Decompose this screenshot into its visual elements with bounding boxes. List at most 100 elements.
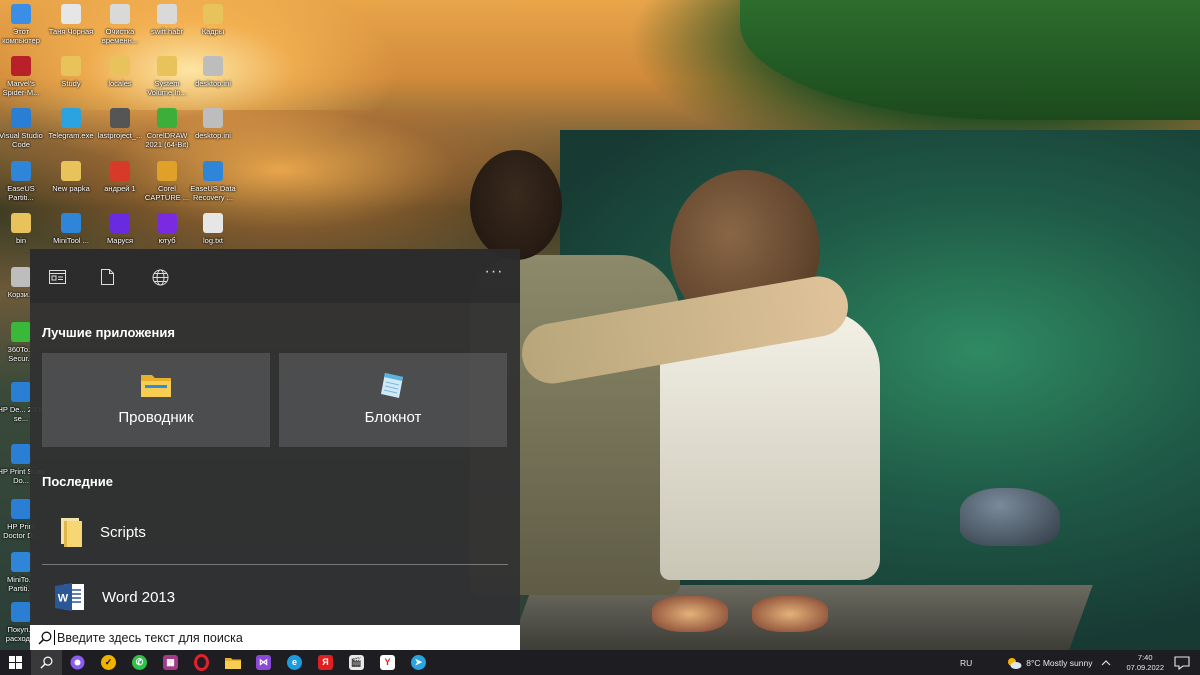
desktop-icon[interactable]: Этот компьютер [0,0,45,45]
folder-icon [61,518,82,547]
desktop-icon-label: log.txt [202,236,223,245]
shopping-icon [11,602,31,622]
desktop-icon-label: Marvel's Spider-M... [2,79,40,97]
partly-sunny-icon [1008,657,1022,669]
desktop-icon[interactable]: Marvel's Spider-M... [0,52,45,97]
corel-capture-icon [157,161,177,181]
file-explorer-button[interactable] [217,650,248,675]
search-panel-header: ··· [30,249,520,303]
top-app-label: Проводник [118,409,194,426]
alice-button[interactable] [62,650,93,675]
desktop-icon[interactable]: Кадры [189,0,237,36]
web-filter-icon[interactable] [148,265,172,289]
desktop-icon-label: EaseUS Data Recovery ... [190,184,236,202]
clock-date: 07.09.2022 [1126,662,1164,672]
edge-button[interactable]: e [279,650,310,675]
easeus-recovery-icon [203,161,223,181]
chevron-up-icon[interactable] [1100,657,1112,669]
easeus-icon [11,161,31,181]
norton-button[interactable]: ✓ [93,650,124,675]
file-explorer-icon [224,656,241,670]
desktop-icon[interactable]: Study [47,52,95,88]
telegram-button[interactable]: ➤ [403,650,434,675]
desktop-icon-label: lastproject_... [97,131,143,140]
windows-logo-icon [9,656,22,669]
opera-button[interactable] [186,650,217,675]
start-button[interactable] [0,650,31,675]
desktop-icon[interactable]: MiniTool ... [47,209,95,245]
vscode-icon [11,108,31,128]
visual-studio-icon: ⋈ [256,655,271,670]
desktop-icon[interactable]: bin [0,209,45,245]
alice-icon [70,655,85,670]
desktop-icon-label: Study [61,79,81,88]
yandex-browser-button[interactable]: Y [372,650,403,675]
desktop-icon[interactable]: lastproject_... [96,104,144,140]
desktop-icon[interactable]: ютуб [143,209,191,245]
notification-icon[interactable] [1174,655,1190,670]
top-apps-title: Лучшие приложения [42,325,175,340]
desktop-icon[interactable]: Маруся [96,209,144,245]
taskbar: ✓ ✆ ▦ ⋈ e Я 🎬 Y ➤ RU 8°C Mostly sunny 7:40 07.09… [0,650,1200,675]
top-app-tile-explorer[interactable]: Проводник [42,353,270,447]
desktop-icon[interactable]: desktop.ini [189,104,237,140]
vs-button[interactable]: ⋈ [248,650,279,675]
desktop-icon[interactable]: Таня Чорная [47,0,95,36]
desktop-icon[interactable]: андрей 1 [96,157,144,193]
taskbar-clock[interactable]: 7:40 07.09.2022 [1126,653,1164,673]
video-editor-button[interactable]: 🎬 [341,650,372,675]
hp-icon [11,382,31,402]
file-explorer-icon [141,375,171,397]
top-app-label: Блокнот [364,409,422,426]
ini-file-icon [203,56,223,76]
desktop-icon-label: Telegram.exe [48,131,94,140]
desktop-icon[interactable]: EaseUS Data Recovery ... [189,157,237,202]
yandex-button[interactable]: Я [310,650,341,675]
desktop-icon-label: Маруся [106,236,134,245]
minitool-icon [61,213,81,233]
desktop-icon[interactable]: Visual Studio Code [0,104,45,149]
desktop-icon-label: Этот компьютер [2,27,40,45]
desktop-icon[interactable]: Очистка временн... [96,0,144,45]
desktop-icon-label: swift.habr [150,27,184,36]
desktop-icon-label: Очистка временн... [101,27,139,45]
desktop-icon[interactable]: New papka [47,157,95,193]
desktop-icon-label: Corel CAPTURE ... [144,184,190,202]
ini-file-icon [203,108,223,128]
desktop-icon[interactable]: Corel CAPTURE ... [143,157,191,202]
folder-icon [61,56,81,76]
language-indicator[interactable]: RU [960,658,972,668]
desktop-icon-label: bin [15,236,26,245]
whatsapp-button[interactable]: ✆ [124,650,155,675]
desktop-icon[interactable]: System Volume In... [143,52,191,97]
folder-icon [110,56,130,76]
recent-item-word[interactable]: W Word 2013 [30,567,520,627]
search-taskbar-button[interactable] [31,650,62,675]
desktop-icon[interactable]: Telegram.exe [47,104,95,140]
desktop-icon-label: Visual Studio Code [0,131,43,149]
computer-icon [11,4,31,24]
taskbar-search-box[interactable] [30,625,520,650]
search-icon [40,656,53,669]
apps-filter-icon[interactable] [45,265,69,289]
folder-icon [157,56,177,76]
desktop-icon[interactable]: locales [96,52,144,88]
recent-item-scripts[interactable]: Scripts [30,502,520,562]
desktop-icon[interactable]: CorelDRAW 2021 (64-Bit) [143,104,191,149]
more-options-button[interactable]: ··· [482,263,506,287]
winrar-button[interactable]: ▦ [155,650,186,675]
desktop-icon-label: EaseUS Partiti... [7,184,35,202]
edge-icon: e [287,655,302,670]
taskbar-buttons: ✓ ✆ ▦ ⋈ e Я 🎬 Y ➤ [0,650,434,675]
text-caret [54,630,55,645]
desktop-icon[interactable]: log.txt [189,209,237,245]
desktop-icon[interactable]: EaseUS Partiti... [0,157,45,202]
desktop-icon[interactable]: swift.habr [143,0,191,36]
search-input[interactable] [57,630,497,645]
desktop-icon[interactable]: desktop.ini [189,52,237,88]
weather-text[interactable]: 8°C Mostly sunny [1026,658,1092,668]
desktop-icon-label: андрей 1 [104,184,136,193]
documents-filter-icon[interactable] [95,265,119,289]
top-app-tile-notepad[interactable]: Блокнот [279,353,507,447]
desktop-icon-label: locales [108,79,132,88]
